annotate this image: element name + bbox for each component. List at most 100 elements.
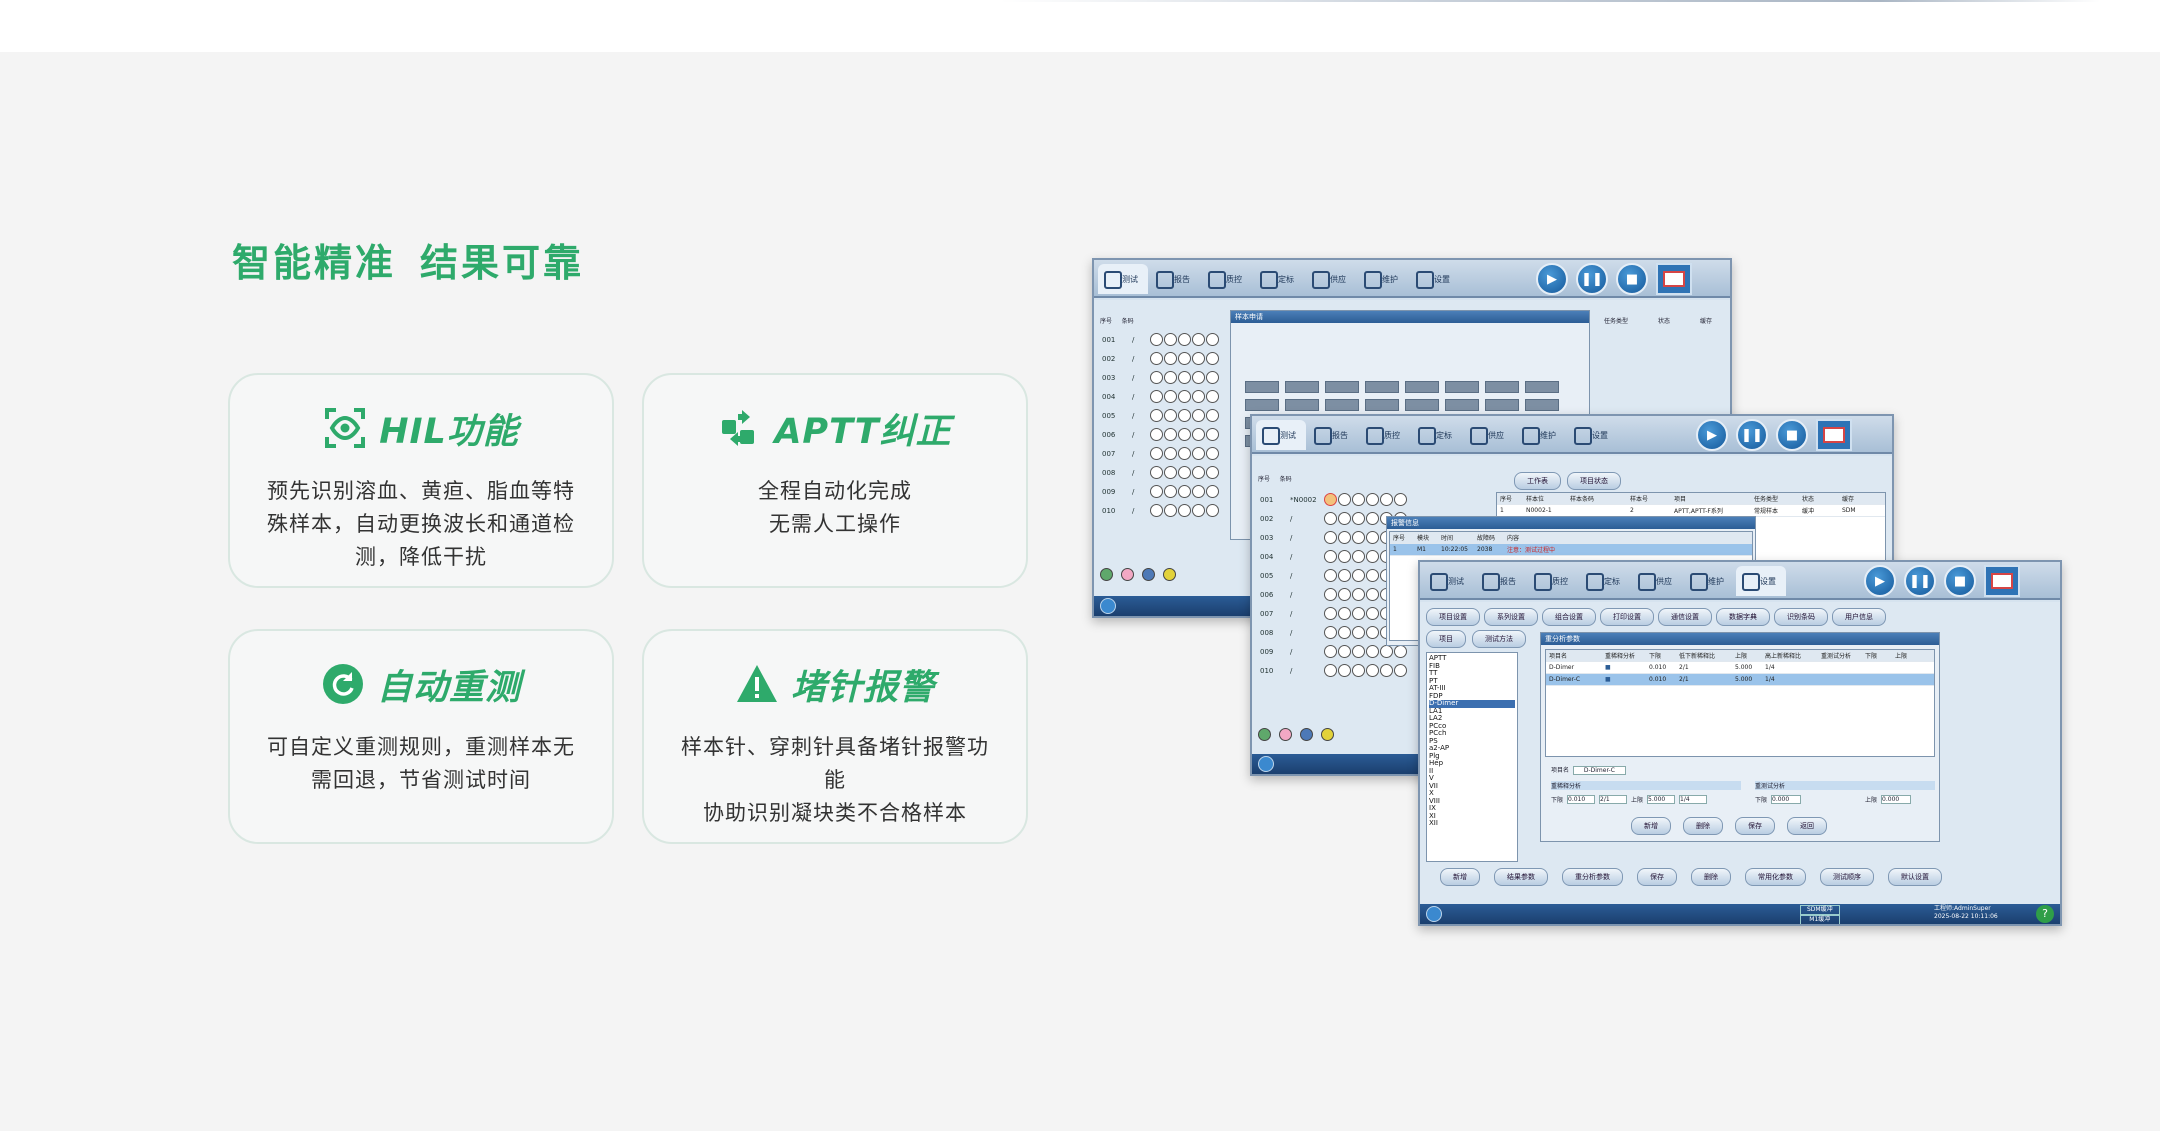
rack-row[interactable]: 001/ (1102, 330, 1220, 349)
tab-maintenance[interactable]: 维护 (1684, 566, 1734, 596)
feature-desc-line: 殊样本，自动更换波长和通道检 (267, 512, 575, 536)
tab-test[interactable]: 测试 (1098, 264, 1148, 294)
tab-report[interactable]: 报告 (1308, 420, 1358, 450)
tab-supply[interactable]: 供应 (1306, 264, 1356, 294)
page-headline: 智能精准 结果可靠 (232, 232, 584, 287)
tab-item-status[interactable]: 项目状态 (1567, 472, 1621, 490)
subtab-print-settings[interactable]: 打印设置 (1600, 608, 1654, 626)
tab-settings[interactable]: 设置 (1736, 566, 1786, 596)
subtab-comm-settings[interactable]: 通信设置 (1658, 608, 1712, 626)
current-user: 工程师:AdminSuper (1934, 905, 1991, 912)
item-list[interactable]: APTT FIB TT PT AT-III FDP D-Dimer LA1 LA2 PCco PCc… (1426, 652, 1518, 862)
subtab-combo-settings[interactable]: 组合设置 (1542, 608, 1596, 626)
pause-button[interactable]: ❚❚ (1576, 263, 1608, 295)
delete-button[interactable]: 删除 (1691, 868, 1731, 886)
tab-qc[interactable]: 质控 (1528, 566, 1578, 596)
rack-row[interactable]: 010/ (1260, 661, 1408, 680)
result-params-button[interactable]: 结果参数 (1494, 868, 1548, 886)
item-name-field[interactable]: D-Dimer-C (1572, 766, 1626, 775)
rack-row[interactable]: 008/ (1102, 463, 1220, 482)
power-icon[interactable] (1100, 598, 1116, 614)
tab-supply[interactable]: 供应 (1464, 420, 1514, 450)
stat-sample-button[interactable] (1816, 419, 1852, 451)
subtab-data-dictionary[interactable]: 数据字典 (1716, 608, 1770, 626)
help-icon[interactable]: ? (2036, 905, 2054, 923)
feature-desc-line: 测，降低干扰 (355, 545, 487, 569)
retest-upper-field[interactable]: 0.000 (1881, 795, 1912, 804)
default-settings-button[interactable]: 默认设置 (1888, 868, 1942, 886)
lower-limit-field[interactable]: 0.010 (1567, 795, 1596, 804)
pause-button[interactable]: ❚❚ (1904, 565, 1936, 597)
tab-test[interactable]: 测试 (1424, 566, 1474, 596)
retest-lower-field[interactable]: 0.000 (1771, 795, 1802, 804)
back-button[interactable]: 返回 (1787, 817, 1827, 835)
rack-row[interactable]: 010/ (1102, 501, 1220, 520)
stop-button[interactable]: ■ (1776, 419, 1808, 451)
tab-report[interactable]: 报告 (1150, 264, 1200, 294)
column-code: 条码 (1279, 476, 1292, 483)
power-icon[interactable] (1426, 906, 1442, 922)
delete-button[interactable]: 删除 (1683, 817, 1723, 835)
subtab-item-settings[interactable]: 项目设置 (1426, 608, 1480, 626)
form-name-label: 项目名 (1551, 767, 1570, 774)
low-ratio-field[interactable]: 2/1 (1599, 795, 1628, 804)
save-button[interactable]: 保存 (1735, 817, 1775, 835)
stat-sample-button[interactable] (1984, 565, 2020, 597)
upper-limit-field[interactable]: 5.000 (1647, 795, 1676, 804)
tab-qc[interactable]: 质控 (1202, 264, 1252, 294)
warning-icon (735, 662, 779, 706)
pause-button[interactable]: ❚❚ (1736, 419, 1768, 451)
subtab-test-method[interactable]: 测试方法 (1472, 630, 1526, 648)
subtab-series-settings[interactable]: 系列设置 (1484, 608, 1538, 626)
new-button[interactable]: 新增 (1440, 868, 1480, 886)
status-legend (1100, 568, 1176, 581)
tab-calibration[interactable]: 定标 (1580, 566, 1630, 596)
subtab-item[interactable]: 项目 (1426, 630, 1466, 648)
subtab-barcode[interactable]: 识别条码 (1774, 608, 1828, 626)
popup-title: 报警信息 (1387, 517, 1755, 529)
tab-maintenance[interactable]: 维护 (1516, 420, 1566, 450)
tab-qc[interactable]: 质控 (1360, 420, 1410, 450)
subtab-user-info[interactable]: 用户信息 (1832, 608, 1886, 626)
status-bar: SDM缓冲 M1缓冲 工程师:AdminSuper 2025-08-22 10:… (1420, 904, 2060, 924)
stop-button[interactable]: ■ (1616, 263, 1648, 295)
section-retest: 重测试分析 (1755, 781, 1935, 790)
tab-report[interactable]: 报告 (1476, 566, 1526, 596)
tab-worksheet[interactable]: 工作表 (1514, 472, 1561, 490)
rack-row[interactable]: 001 *N0002 (1260, 490, 1408, 509)
save-button[interactable]: 保存 (1637, 868, 1677, 886)
header-task-type: 任务类型 (1604, 318, 1629, 325)
tab-calibration[interactable]: 定标 (1412, 420, 1462, 450)
rack-row[interactable]: 009/ (1102, 482, 1220, 501)
rack-row[interactable]: 004/ (1102, 387, 1220, 406)
rack-row[interactable]: 005/ (1102, 406, 1220, 425)
reanalysis-params-button[interactable]: 重分析参数 (1562, 868, 1623, 886)
stop-button[interactable]: ■ (1944, 565, 1976, 597)
tab-calibration[interactable]: 定标 (1254, 264, 1304, 294)
table-row[interactable]: D-Dimer ■ 0.010 2/1 5.000 1/4 (1546, 662, 1934, 674)
alarm-row[interactable]: 1 M1 10:22:05 2038 注意：测试过程中 (1390, 544, 1752, 556)
headline-part2: 结果可靠 (420, 241, 585, 285)
rack-row[interactable]: 002/ (1102, 349, 1220, 368)
tab-supply[interactable]: 供应 (1632, 566, 1682, 596)
header-cache: 缓存 (1700, 318, 1713, 325)
common-params-button[interactable]: 常用化参数 (1745, 868, 1806, 886)
high-ratio-field[interactable]: 1/4 (1679, 795, 1708, 804)
tab-maintenance[interactable]: 维护 (1358, 264, 1408, 294)
play-button[interactable]: ▶ (1864, 565, 1896, 597)
play-button[interactable]: ▶ (1536, 263, 1568, 295)
rack-row[interactable]: 007/ (1102, 444, 1220, 463)
play-button[interactable]: ▶ (1696, 419, 1728, 451)
rack-row[interactable]: 006/ (1102, 425, 1220, 444)
feature-desc-line: 全程自动化完成 (758, 479, 912, 503)
tab-test[interactable]: 测试 (1256, 420, 1306, 450)
add-button[interactable]: 新增 (1631, 817, 1671, 835)
test-order-button[interactable]: 测试顺序 (1820, 868, 1874, 886)
dialog-title: 样本申请 (1231, 311, 1589, 323)
stat-sample-button[interactable] (1656, 263, 1692, 295)
tab-settings[interactable]: 设置 (1410, 264, 1460, 294)
power-icon[interactable] (1258, 756, 1274, 772)
table-row-selected[interactable]: D-Dimer-C ■ 0.010 2/1 5.000 1/4 (1546, 674, 1934, 686)
tab-settings[interactable]: 设置 (1568, 420, 1618, 450)
rack-row[interactable]: 003/ (1102, 368, 1220, 387)
